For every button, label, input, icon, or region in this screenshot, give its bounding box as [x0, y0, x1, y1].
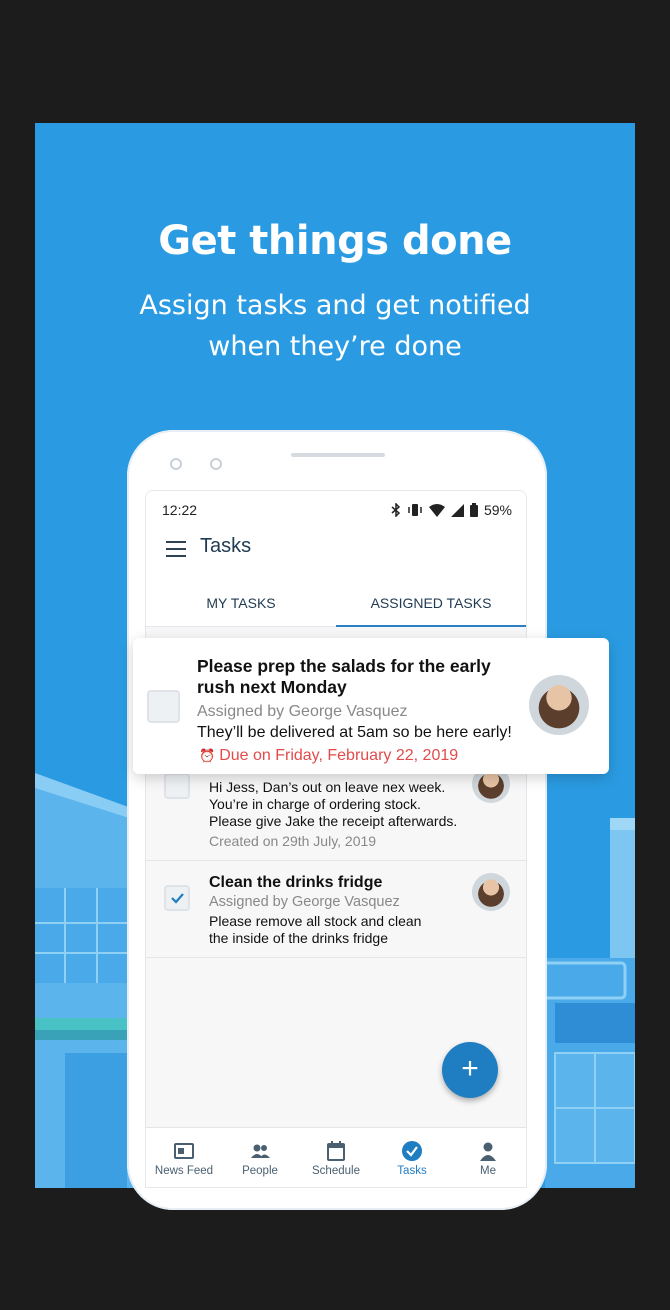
status-bar: 12:22 59%: [146, 491, 526, 527]
status-time: 12:22: [162, 502, 198, 518]
add-task-button[interactable]: +: [442, 1042, 498, 1098]
sensor-icon: [210, 458, 222, 470]
task-title: Clean the drinks fridge: [209, 874, 383, 891]
task-body-line: Please give Jake the receipt afterwards.: [209, 813, 458, 829]
avatar: [472, 873, 510, 911]
calendar-icon: [327, 1141, 345, 1161]
task-body-line: Please remove all stock and clean: [209, 913, 422, 929]
nav-news-feed[interactable]: News Feed: [146, 1128, 222, 1187]
status-icons: 59%: [391, 502, 512, 518]
promo-headline: Get things done: [158, 218, 512, 264]
app-screen: 12:22 59% Tasks MY TASKS ASSIGNED TASKS …: [145, 490, 527, 1188]
nav-label: Schedule: [312, 1165, 360, 1177]
checkmark-icon: [171, 893, 184, 904]
task-checkbox[interactable]: [164, 773, 190, 799]
task-body: Hi Jess, Dan’s out on leave nex week. Yo…: [209, 779, 499, 830]
task-created-date: Created on 29th July, 2019: [209, 833, 377, 849]
tab-my-tasks[interactable]: MY TASKS: [146, 575, 336, 627]
bluetooth-icon: [391, 503, 401, 517]
tab-assigned-tasks[interactable]: ASSIGNED TASKS: [336, 575, 526, 627]
due-text: Due on Friday, February 22, 2019: [219, 747, 459, 764]
nav-me[interactable]: Me: [450, 1128, 526, 1187]
task-checkbox[interactable]: [147, 690, 180, 723]
task-body: They’ll be delivered at 5am so be here e…: [197, 724, 512, 741]
nav-schedule[interactable]: Schedule: [298, 1128, 374, 1187]
featured-task-card[interactable]: Please prep the salads for the early rus…: [133, 638, 609, 774]
speaker-grille: [291, 453, 385, 457]
promo-subline-2: when they’re done: [208, 331, 462, 362]
task-body-line: You’re in charge of ordering stock.: [209, 796, 421, 812]
page-title: Tasks: [200, 535, 252, 557]
people-icon: [251, 1144, 270, 1158]
app-bar: Tasks: [146, 527, 526, 575]
battery-percent: 59%: [483, 502, 512, 518]
news-feed-icon: [174, 1143, 194, 1159]
hamburger-menu-icon[interactable]: [166, 541, 186, 557]
bottom-navigation: News Feed People Schedule Tasks Me: [146, 1127, 526, 1187]
list-item[interactable]: Clean the drinks fridge Assigned by Geor…: [146, 861, 526, 958]
nav-label: People: [242, 1165, 278, 1177]
vibrate-icon: [408, 504, 422, 516]
wifi-icon: [428, 503, 445, 517]
promo-subheadline: Assign tasks and get notified when they’…: [35, 285, 635, 367]
nav-label: Me: [480, 1165, 496, 1177]
task-tabs: MY TASKS ASSIGNED TASKS: [146, 575, 526, 627]
nav-tasks[interactable]: Tasks: [374, 1128, 450, 1187]
alarm-clock-icon: ⏰: [199, 748, 216, 763]
task-assigned-by: Assigned by George Vasquez: [209, 894, 400, 910]
task-due-date: ⏰ Due on Friday, February 22, 2019: [199, 747, 458, 765]
task-body-line: the inside of the drinks fridge: [209, 930, 388, 946]
person-icon: [480, 1142, 496, 1161]
promo-subline-1: Assign tasks and get notified: [139, 290, 531, 321]
task-assigned-by: Assigned by George Vasquez: [197, 703, 408, 720]
nav-label: Tasks: [397, 1165, 427, 1177]
check-circle-icon: [402, 1141, 422, 1161]
signal-icon: [450, 503, 464, 517]
nav-people[interactable]: People: [222, 1128, 298, 1187]
battery-icon: [469, 503, 478, 517]
task-body-line: Hi Jess, Dan’s out on leave nex week.: [209, 779, 446, 795]
avatar: [529, 675, 589, 735]
task-title: Please prep the salads for the early rus…: [197, 656, 491, 697]
plus-icon: +: [461, 1052, 479, 1085]
front-camera-icon: [170, 458, 182, 470]
task-checkbox-checked[interactable]: [164, 885, 190, 911]
task-body: Please remove all stock and clean the in…: [209, 913, 499, 947]
nav-label: News Feed: [154, 1165, 214, 1177]
